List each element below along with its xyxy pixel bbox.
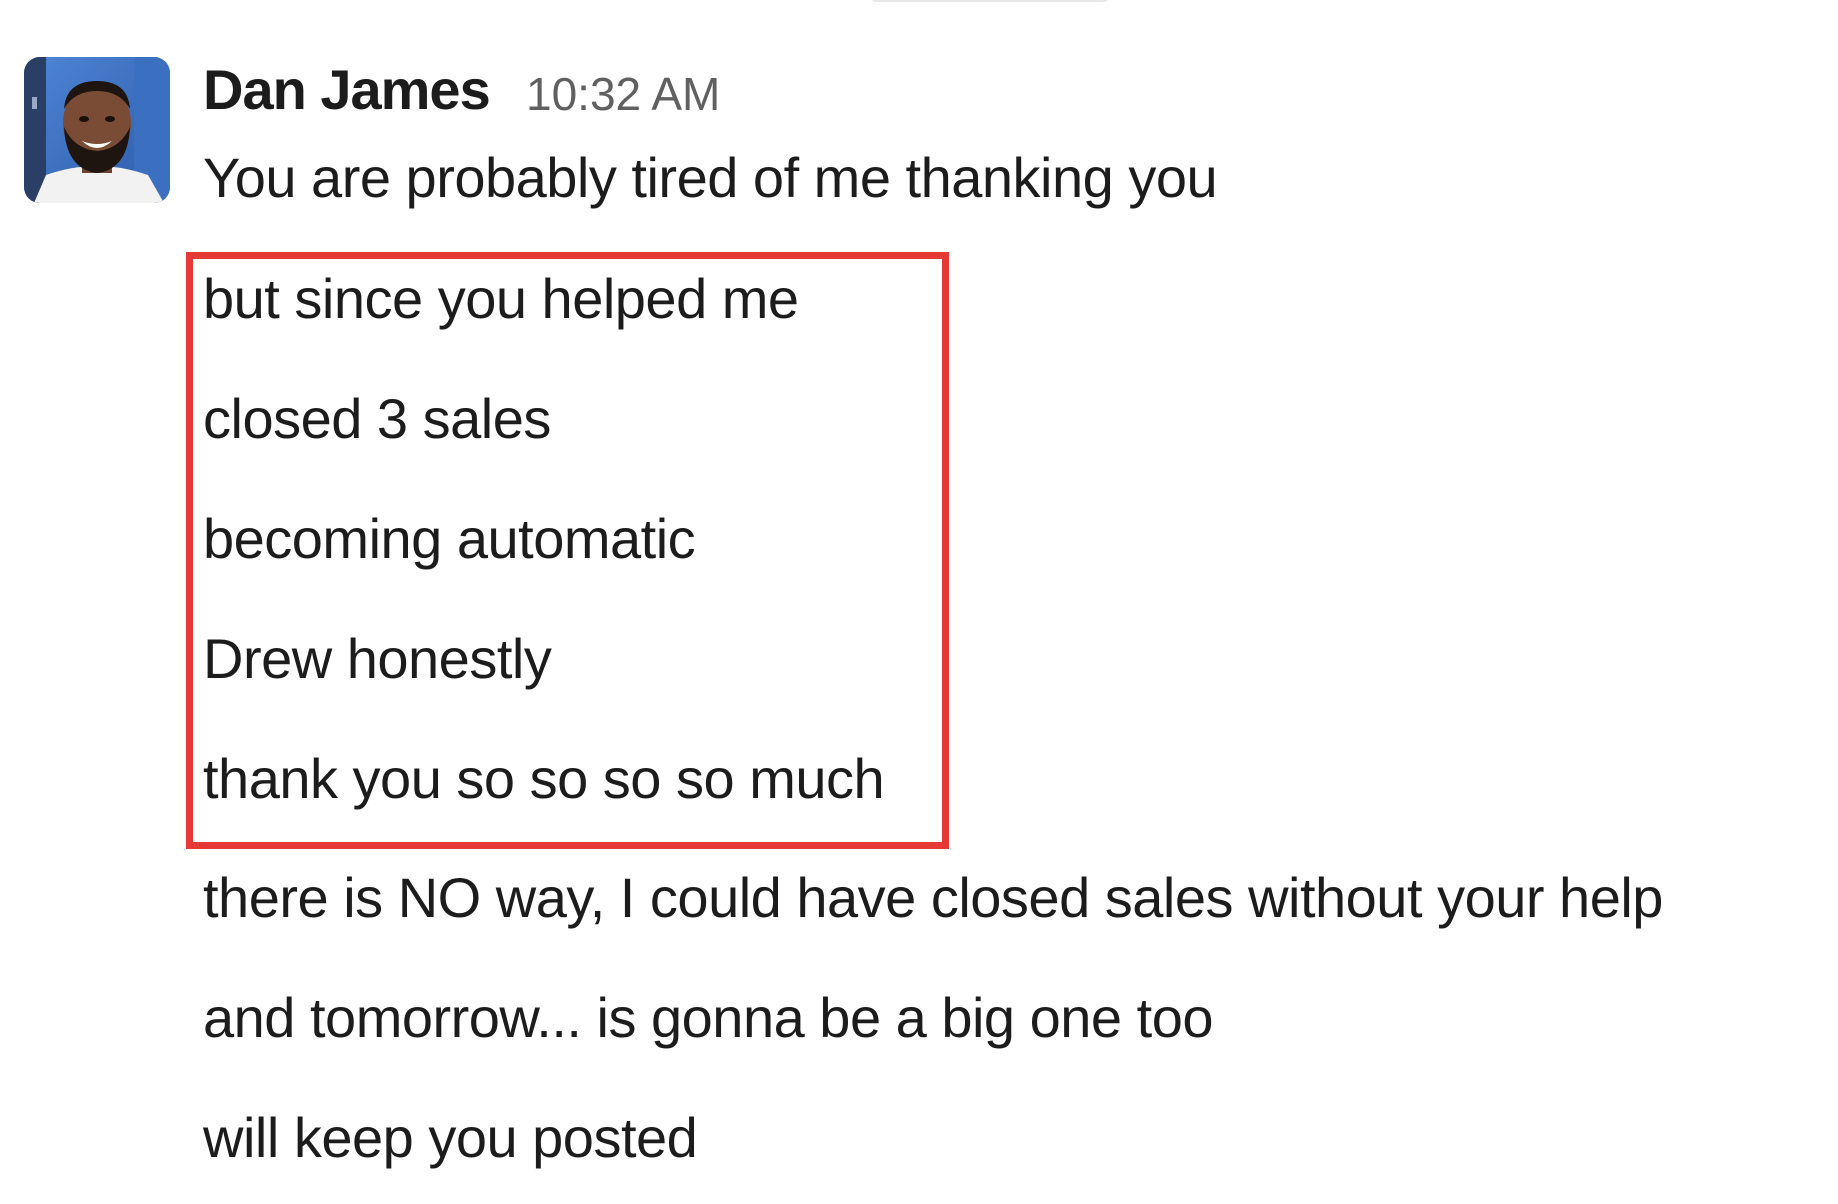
message-line: will keep you posted	[203, 1106, 698, 1169]
sender-name[interactable]: Dan James	[203, 56, 491, 124]
message-timestamp[interactable]: 10:32 AM	[526, 64, 720, 124]
highlight-annotation-box	[186, 252, 949, 849]
avatar[interactable]	[24, 57, 170, 203]
message-line: You are probably tired of me thanking yo…	[203, 146, 1218, 209]
message-line: there is NO way, I could have closed sal…	[203, 866, 1663, 929]
message-line: and tomorrow... is gonna be a big one to…	[203, 986, 1213, 1049]
chat-message[interactable]: Dan James 10:32 AM You are probably tire…	[0, 0, 1838, 1204]
avatar-photo-icon	[24, 57, 170, 203]
